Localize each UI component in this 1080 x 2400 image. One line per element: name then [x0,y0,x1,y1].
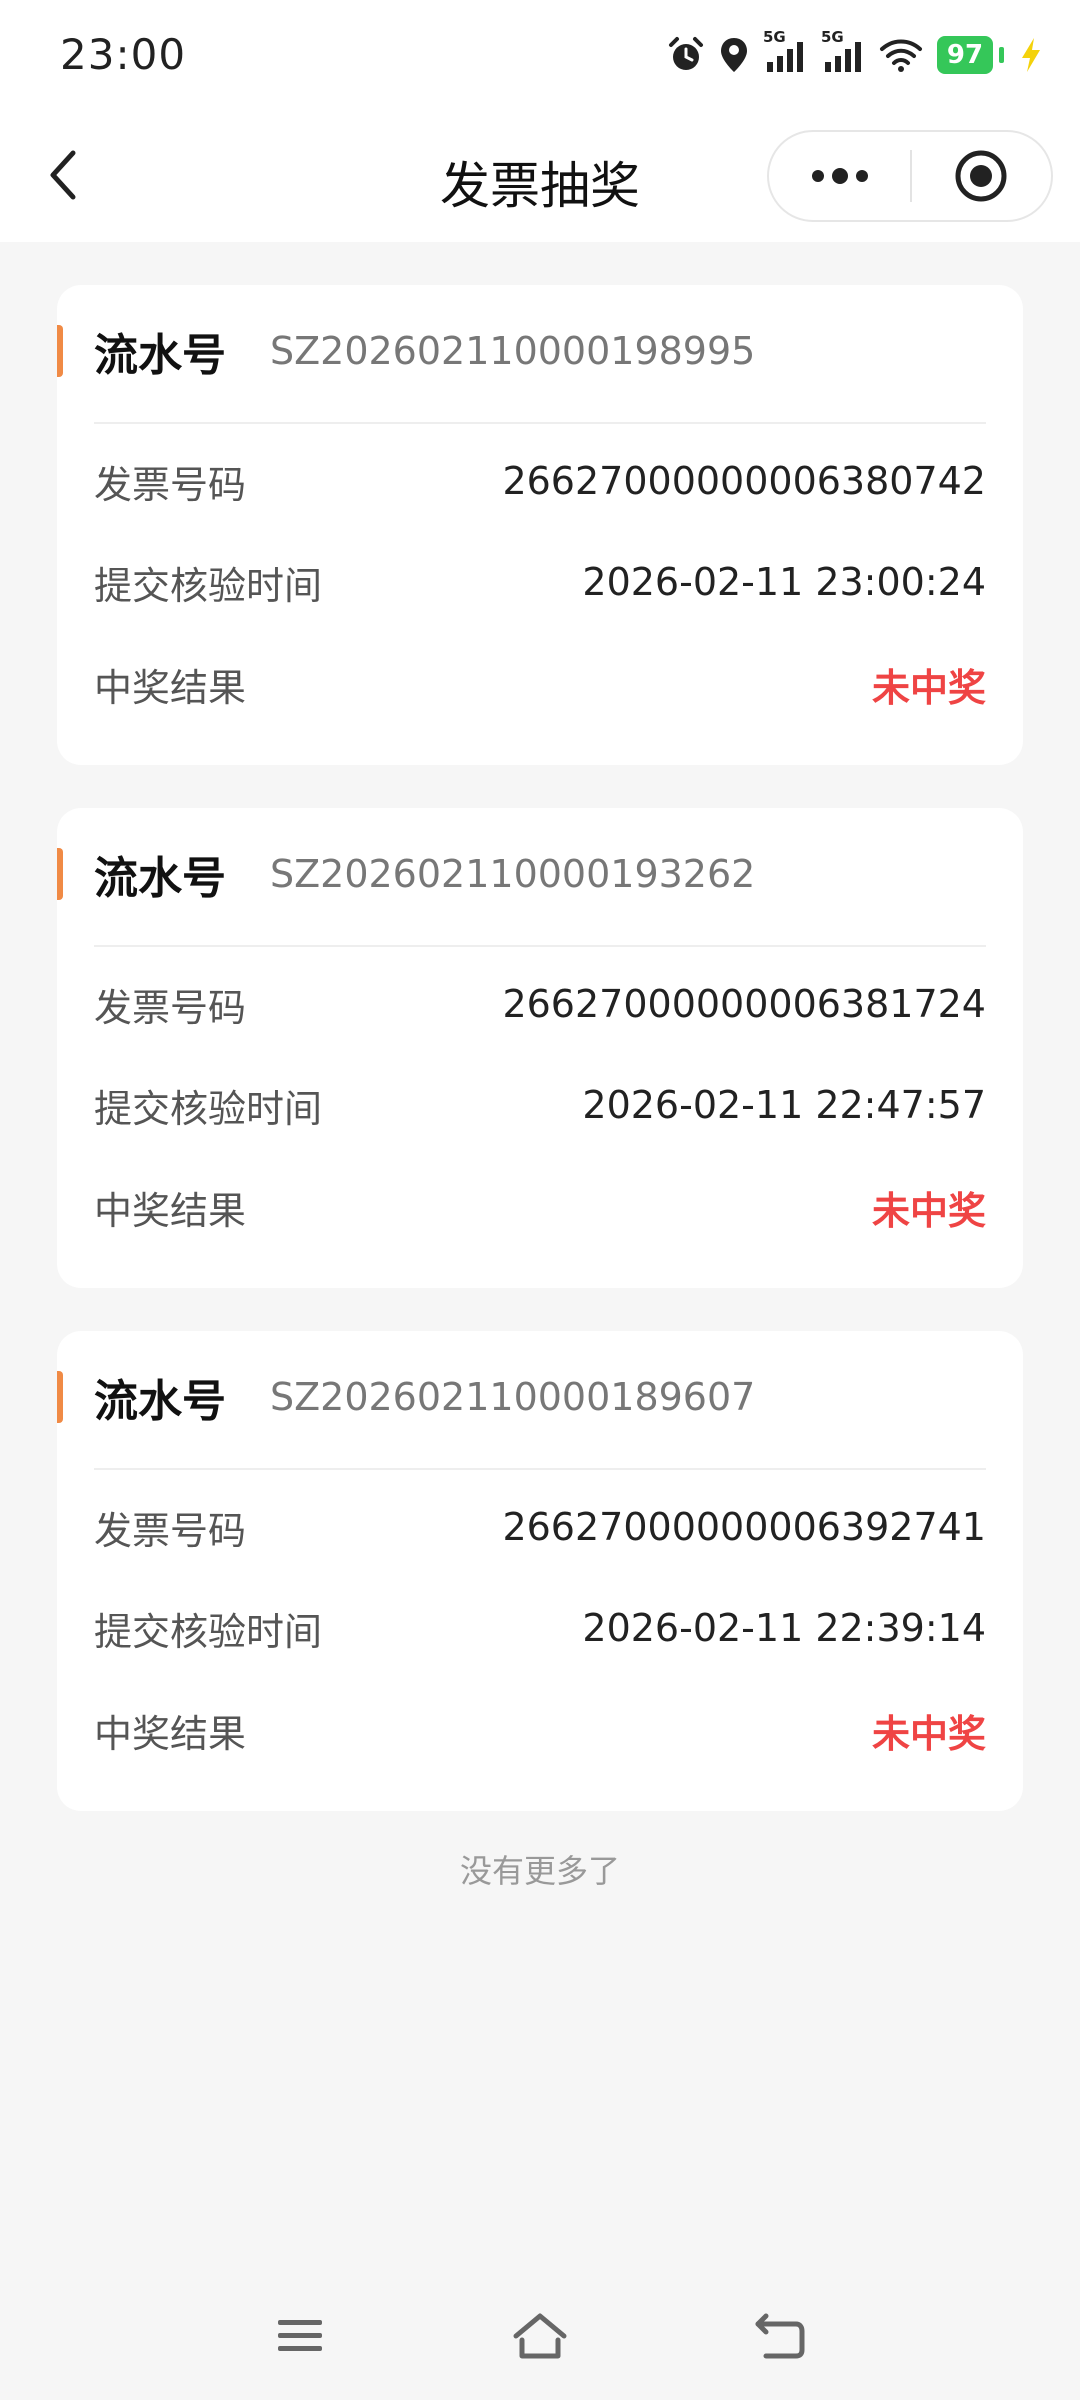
network-label-1: 5G [763,28,786,46]
list-end-text: 没有更多了 [459,1852,620,1890]
card-accent-bar [57,1371,63,1423]
serial-number: SZ202602110000189607 [270,1375,756,1419]
invoice-number-value: 26627000000006381724 [502,982,986,1026]
serial-label: 流水号 [94,330,226,381]
invoice-number-row: 发票号码 26627000000006392741 [94,1499,986,1555]
home-icon [513,2313,567,2359]
more-button[interactable] [769,132,910,220]
system-navigation-bar [0,2276,1080,2400]
status-time: 23:00 [60,30,187,79]
card-header: 流水号 SZ202602110000189607 [94,1369,756,1427]
battery-indicator: 97 [937,36,1004,74]
submit-time-row: 提交核验时间 2026-02-11 23:00:24 [94,554,986,610]
card-header: 流水号 SZ202602110000198995 [94,323,756,381]
submit-time-value: 2026-02-11 22:47:57 [582,1083,986,1127]
result-value: 未中奖 [871,1711,986,1756]
submit-time-label: 提交核验时间 [94,1609,323,1654]
submit-time-row: 提交核验时间 2026-02-11 22:47:57 [94,1077,986,1133]
battery-level: 97 [937,36,993,74]
invoice-number-label: 发票号码 [94,985,247,1030]
result-value: 未中奖 [871,665,986,710]
system-back-button[interactable] [740,2296,820,2376]
result-value: 未中奖 [871,1188,986,1233]
submit-time-label: 提交核验时间 [94,1086,323,1131]
card-accent-bar [57,848,63,900]
menu-icon [278,2320,322,2351]
serial-label: 流水号 [94,853,226,904]
card-accent-bar [57,325,63,377]
serial-number: SZ202602110000198995 [270,329,756,373]
record-card[interactable]: 流水号 SZ202602110000193262 发票号码 2662700000… [57,808,1023,1288]
record-list: 流水号 SZ202602110000198995 发票号码 2662700000… [57,285,1023,1854]
result-label: 中奖结果 [94,1711,247,1756]
status-bar: 23:00 5G 5G 97 [0,0,1080,110]
card-divider [94,422,986,424]
serial-number: SZ202602110000193262 [270,852,756,896]
result-label: 中奖结果 [94,1188,247,1233]
recent-apps-button[interactable] [260,2296,340,2376]
submit-time-row: 提交核验时间 2026-02-11 22:39:14 [94,1600,986,1656]
more-dots-icon [811,168,868,184]
invoice-number-label: 发票号码 [94,1508,247,1553]
back-arrow-icon [755,2313,805,2359]
invoice-number-row: 发票号码 26627000000006380742 [94,453,986,509]
submit-time-value: 2026-02-11 23:00:24 [582,560,986,604]
alarm-icon [667,36,705,74]
battery-tip [999,47,1004,63]
invoice-number-value: 26627000000006380742 [502,459,986,503]
submit-time-value: 2026-02-11 22:39:14 [582,1606,986,1650]
location-pin-icon [719,36,749,74]
top-area: 23:00 5G 5G 97 发票抽奖 [0,0,1080,242]
result-row: 中奖结果 未中奖 [94,1702,986,1758]
card-divider [94,945,986,947]
invoice-number-row: 发票号码 26627000000006381724 [94,976,986,1032]
mini-program-capsule [767,130,1053,222]
record-card[interactable]: 流水号 SZ202602110000189607 发票号码 2662700000… [57,1331,1023,1811]
status-icons: 5G 5G 97 [667,28,1044,74]
card-divider [94,1468,986,1470]
invoice-number-value: 26627000000006392741 [502,1505,986,1549]
navigation-bar: 发票抽奖 [0,110,1080,242]
signal-bars-icon: 5G [821,28,865,74]
charging-bolt-icon [1018,36,1044,74]
signal-bars-icon: 5G [763,28,807,74]
card-header: 流水号 SZ202602110000193262 [94,846,756,904]
home-button[interactable] [500,2296,580,2376]
target-circle-icon [955,150,1007,202]
result-row: 中奖结果 未中奖 [94,656,986,712]
invoice-number-label: 发票号码 [94,462,247,507]
result-label: 中奖结果 [94,665,247,710]
network-label-2: 5G [821,28,844,46]
result-row: 中奖结果 未中奖 [94,1179,986,1235]
close-button[interactable] [912,132,1051,220]
record-card[interactable]: 流水号 SZ202602110000198995 发票号码 2662700000… [57,285,1023,765]
submit-time-label: 提交核验时间 [94,563,323,608]
serial-label: 流水号 [94,1376,226,1427]
wifi-icon [879,36,923,74]
